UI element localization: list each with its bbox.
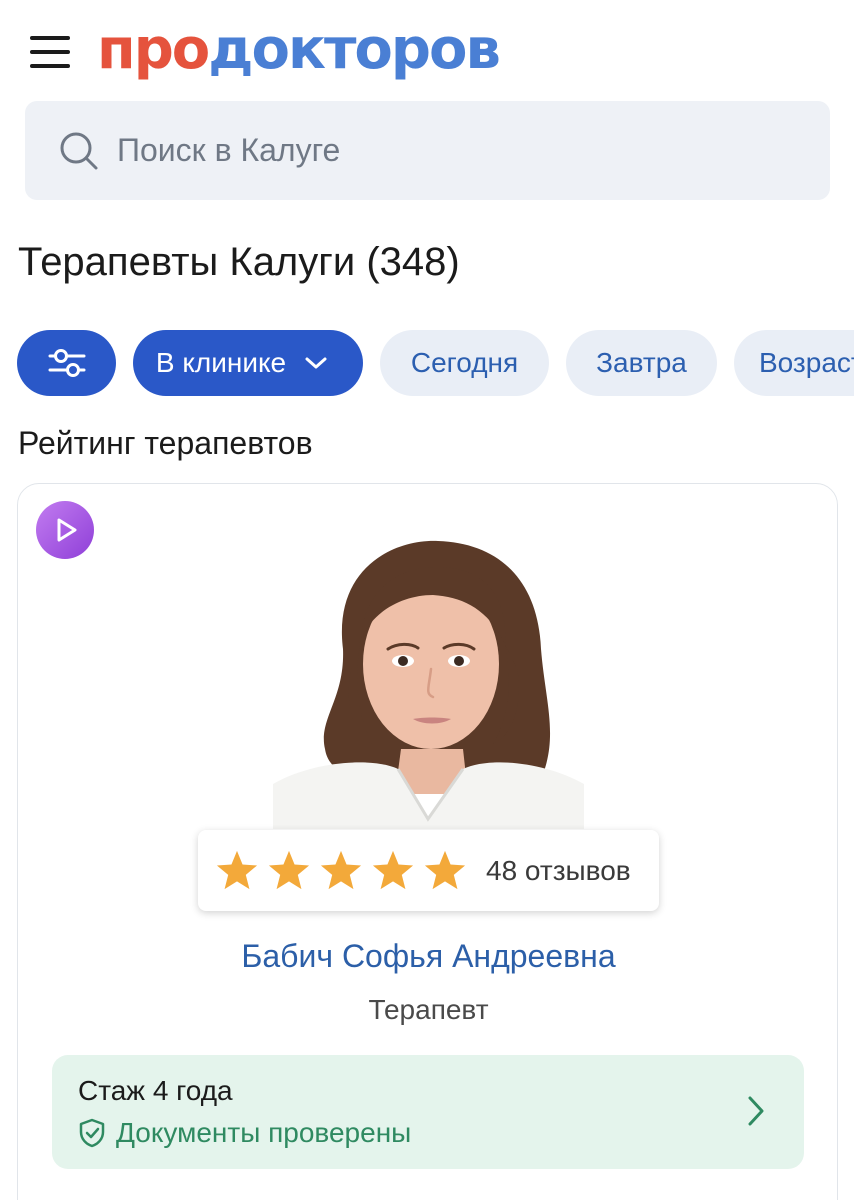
- reviews-count[interactable]: 48 отзывов: [486, 855, 631, 887]
- chip-in-clinic[interactable]: В клинике: [133, 330, 363, 396]
- logo-part-doctorov: докторов: [208, 17, 501, 82]
- search-icon: [60, 132, 98, 169]
- star-icon: [216, 850, 258, 889]
- logo-part-pro: про: [97, 17, 210, 82]
- chip-age[interactable]: Возраст: [734, 330, 854, 396]
- chevron-down-icon: [304, 355, 328, 371]
- search-bar[interactable]: [25, 101, 830, 200]
- chip-tomorrow-label: Завтра: [596, 347, 687, 378]
- chip-today[interactable]: Сегодня: [380, 330, 549, 396]
- filter-chips: В клинике Сегодня Завтра Возраст: [17, 330, 854, 396]
- section-title: Рейтинг терапевтов: [18, 425, 313, 461]
- star-icon: [372, 850, 414, 889]
- rating-box[interactable]: 48 отзывов: [198, 830, 659, 911]
- rating-stars: [214, 849, 468, 893]
- chip-tomorrow[interactable]: Завтра: [566, 330, 717, 396]
- experience-text: Стаж 4 года: [78, 1075, 233, 1106]
- star-icon: [320, 850, 362, 889]
- play-icon[interactable]: [36, 501, 94, 559]
- page-title: Терапевты Калуги (348): [18, 240, 460, 284]
- doctor-name-link[interactable]: Бабич Софья Андреевна: [18, 938, 839, 975]
- header: продокторов: [0, 0, 854, 100]
- star-icon: [268, 850, 310, 889]
- doctor-specialty: Терапевт: [368, 994, 489, 1025]
- experience-block[interactable]: Стаж 4 года Документы проверены: [52, 1055, 804, 1169]
- chip-age-label: Возраст: [759, 347, 854, 378]
- doctor-photo[interactable]: [273, 529, 584, 829]
- chip-in-clinic-label: В клинике: [155, 347, 287, 378]
- sliders-icon: [48, 349, 85, 377]
- documents-verified: Документы проверены: [78, 1117, 411, 1149]
- documents-verified-label: Документы проверены: [116, 1117, 412, 1148]
- star-icon: [424, 850, 466, 889]
- doctor-card[interactable]: 48 отзывов Бабич Софья Андреевна Терапев…: [17, 483, 838, 1200]
- hamburger-menu-icon[interactable]: [30, 36, 70, 68]
- chevron-right-icon[interactable]: [746, 1095, 766, 1132]
- logo[interactable]: продокторов: [97, 17, 501, 82]
- filter-settings-button[interactable]: [17, 330, 116, 396]
- shield-check-icon: [79, 1118, 105, 1148]
- chip-today-label: Сегодня: [410, 347, 519, 378]
- search-input[interactable]: [117, 132, 717, 169]
